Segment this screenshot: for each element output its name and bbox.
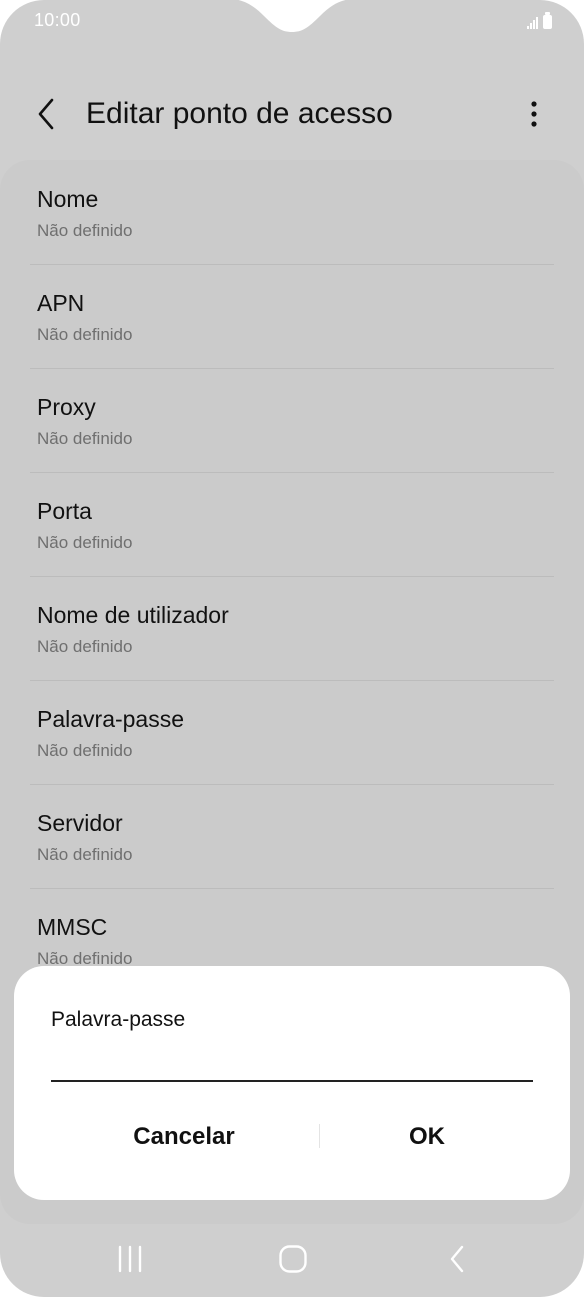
- status-time: 10:00: [34, 10, 81, 30]
- setting-value: Não definido: [37, 221, 133, 240]
- setting-value: Não definido: [37, 429, 133, 448]
- cancel-button[interactable]: Cancelar: [54, 1112, 314, 1160]
- password-dialog: Palavra-passe Cancelar OK: [14, 966, 570, 1200]
- more-options-icon[interactable]: [518, 94, 550, 134]
- setting-label: Proxy: [37, 394, 96, 420]
- setting-item-servidor[interactable]: Servidor Não definido: [30, 784, 554, 889]
- setting-label: MMSC: [37, 914, 108, 940]
- nav-back-icon[interactable]: [444, 1242, 470, 1276]
- button-divider: [319, 1124, 320, 1148]
- setting-value: Não definido: [37, 741, 133, 760]
- signal-icon: [527, 17, 538, 29]
- setting-item-palavra-passe[interactable]: Palavra-passe Não definido: [30, 680, 554, 785]
- page-title: Editar ponto de acesso: [86, 97, 393, 130]
- setting-item-porta[interactable]: Porta Não definido: [30, 472, 554, 577]
- setting-label: Nome de utilizador: [37, 602, 229, 628]
- setting-item-nome-de-utilizador[interactable]: Nome de utilizador Não definido: [30, 576, 554, 681]
- status-icons: [527, 11, 552, 29]
- setting-label: Porta: [37, 498, 92, 524]
- setting-item-proxy[interactable]: Proxy Não definido: [30, 368, 554, 473]
- setting-item-nome[interactable]: Nome Não definido: [30, 160, 554, 265]
- setting-label: Palavra-passe: [37, 706, 185, 732]
- camera-notch: [238, 0, 346, 32]
- setting-value: Não definido: [37, 637, 133, 656]
- setting-value: Não definido: [37, 533, 133, 552]
- back-arrow-icon[interactable]: [30, 96, 66, 132]
- setting-value: Não definido: [37, 845, 133, 864]
- app-header: Editar ponto de acesso: [0, 84, 584, 144]
- dialog-title: Palavra-passe: [51, 1008, 186, 1031]
- battery-icon: [543, 12, 552, 29]
- setting-label: Nome: [37, 186, 99, 212]
- phone-screen: 10:00 Editar ponto de acesso Nome Não de…: [0, 0, 584, 1297]
- setting-value: Não definido: [37, 325, 133, 344]
- home-icon[interactable]: [278, 1244, 308, 1274]
- password-input[interactable]: [51, 1046, 533, 1082]
- navigation-bar: [0, 1228, 584, 1292]
- setting-label: APN: [37, 290, 85, 316]
- recent-apps-icon[interactable]: [114, 1244, 146, 1274]
- setting-item-apn[interactable]: APN Não definido: [30, 264, 554, 369]
- ok-button[interactable]: OK: [324, 1112, 530, 1160]
- setting-label: Servidor: [37, 810, 123, 836]
